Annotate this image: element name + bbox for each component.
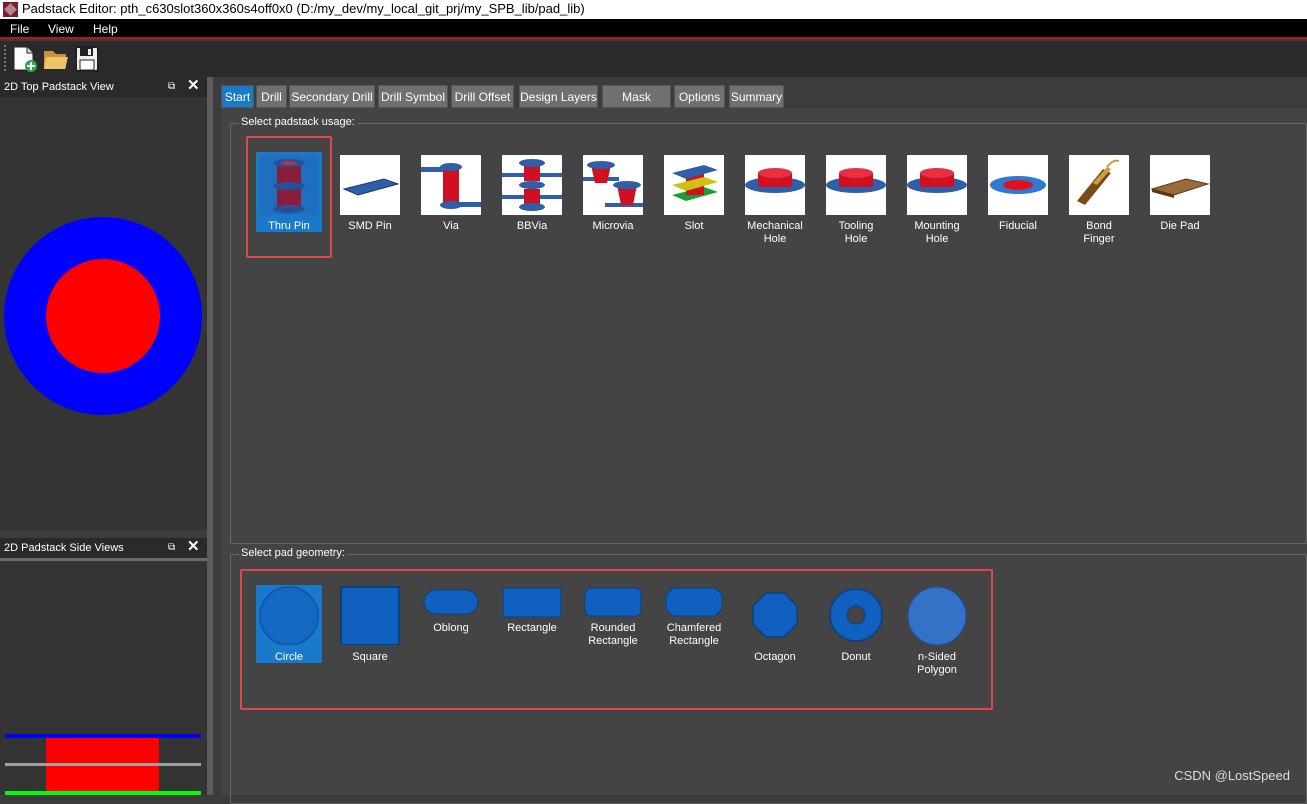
top-view-title: 2D Top Padstack View [4,81,114,93]
usage-mechanical-hole[interactable]: MechanicalHole [745,155,805,245]
usage-label: Die Pad [1160,220,1199,232]
toolbar [0,41,1307,77]
bottom-layer-line [5,791,201,795]
side-view-panel: 2D Padstack Side Views ⧉ ✕ [0,538,207,795]
via-icon [421,155,481,215]
main-area: Start Drill Secondary Drill Drill Symbol… [213,77,1307,795]
usage-fiducial[interactable]: Fiducial [988,155,1048,231]
usage-label: Mechanical [747,220,803,232]
usage-label: Mounting [914,220,959,232]
usage-label-2: Finger [1083,233,1114,245]
usage-slot[interactable]: Slot [664,155,724,231]
tab-summary[interactable]: Summary [729,85,784,108]
start-tab-content: Select padstack usage: Select pad geomet… [221,108,1307,795]
save-button[interactable] [73,44,101,74]
drill-barrel-shape [46,738,159,795]
slot-icon [664,155,724,215]
menu-file[interactable]: File [10,22,29,36]
drill-hole-shape [46,259,160,373]
die-pad-icon [1150,155,1210,215]
menu-view[interactable]: View [48,22,74,36]
tab-drill-offset[interactable]: Drill Offset [451,85,514,108]
top-view-header: 2D Top Padstack View ⧉ ✕ [0,77,207,97]
tab-options[interactable]: Options [674,85,725,108]
usage-label: Microvia [593,220,634,232]
usage-annotation-box [246,136,332,258]
usage-label-2: Hole [845,233,868,245]
close-panel-icon[interactable]: ✕ [187,540,201,554]
mounting-hole-icon [907,155,967,215]
float-panel-icon[interactable]: ⧉ [168,81,179,92]
usage-label: Via [443,220,459,232]
app-icon [3,2,18,17]
tab-drill[interactable]: Drill [256,85,287,108]
usage-via[interactable]: Via [421,155,481,231]
usage-mounting-hole[interactable]: MountingHole [907,155,967,245]
top-view-canvas [0,97,207,530]
usage-label: Fiducial [999,220,1037,232]
tab-mask-layers[interactable]: Mask Layers [602,85,671,108]
geometry-group-label: Select pad geometry: [239,547,347,559]
window-titlebar: Padstack Editor: pth_c630slot360x360s4of… [0,0,1307,19]
tooling-hole-icon [826,155,886,215]
usage-die-pad[interactable]: Die Pad [1150,155,1210,231]
toolbar-grip[interactable] [4,45,6,71]
usage-bbvia[interactable]: BBVia [502,155,562,231]
microvia-icon [583,155,643,215]
bond-finger-icon [1069,155,1129,215]
tab-design-layers[interactable]: Design Layers [519,85,598,108]
fiducial-icon [988,155,1048,215]
usage-bond-finger[interactable]: BondFinger [1069,155,1129,245]
window-title: Padstack Editor: pth_c630slot360x360s4of… [22,1,585,16]
tab-drill-symbol[interactable]: Drill Symbol [378,85,448,108]
tab-start[interactable]: Start [221,85,254,108]
top-layer-line [5,734,201,738]
usage-smd-pin[interactable]: SMD Pin [340,155,400,231]
top-view-panel: 2D Top Padstack View ⧉ ✕ [0,77,207,530]
inner-layer-line [5,763,201,766]
usage-label: Tooling [839,220,874,232]
usage-label: Slot [685,220,704,232]
geometry-annotation-box [240,569,993,710]
new-file-button[interactable] [11,44,39,74]
usage-label: Bond [1086,220,1112,232]
new-file-icon [11,44,39,74]
bbvia-icon [502,155,562,215]
usage-label: SMD Pin [348,220,391,232]
usage-label-2: Hole [926,233,949,245]
side-view-header: 2D Padstack Side Views ⧉ ✕ [0,538,207,558]
menu-bar: File View Help [0,19,1307,39]
usage-label-2: Hole [764,233,787,245]
side-view-canvas [0,558,207,795]
usage-label: BBVia [517,220,547,232]
usage-tooling-hole[interactable]: ToolingHole [826,155,886,245]
smd-pin-icon [340,155,400,215]
open-button[interactable] [42,44,70,74]
save-icon [73,44,101,74]
mechanical-hole-icon [745,155,805,215]
close-panel-icon[interactable]: ✕ [187,79,201,93]
usage-group-label: Select padstack usage: [239,116,357,128]
float-panel-icon[interactable]: ⧉ [168,542,179,553]
side-view-title: 2D Padstack Side Views [4,542,124,554]
watermark-text: CSDN @LostSpeed [1174,768,1290,783]
open-folder-icon [42,44,70,74]
menu-help[interactable]: Help [93,22,118,36]
tab-secondary-drill[interactable]: Secondary Drill [289,85,375,108]
usage-microvia[interactable]: Microvia [583,155,643,231]
